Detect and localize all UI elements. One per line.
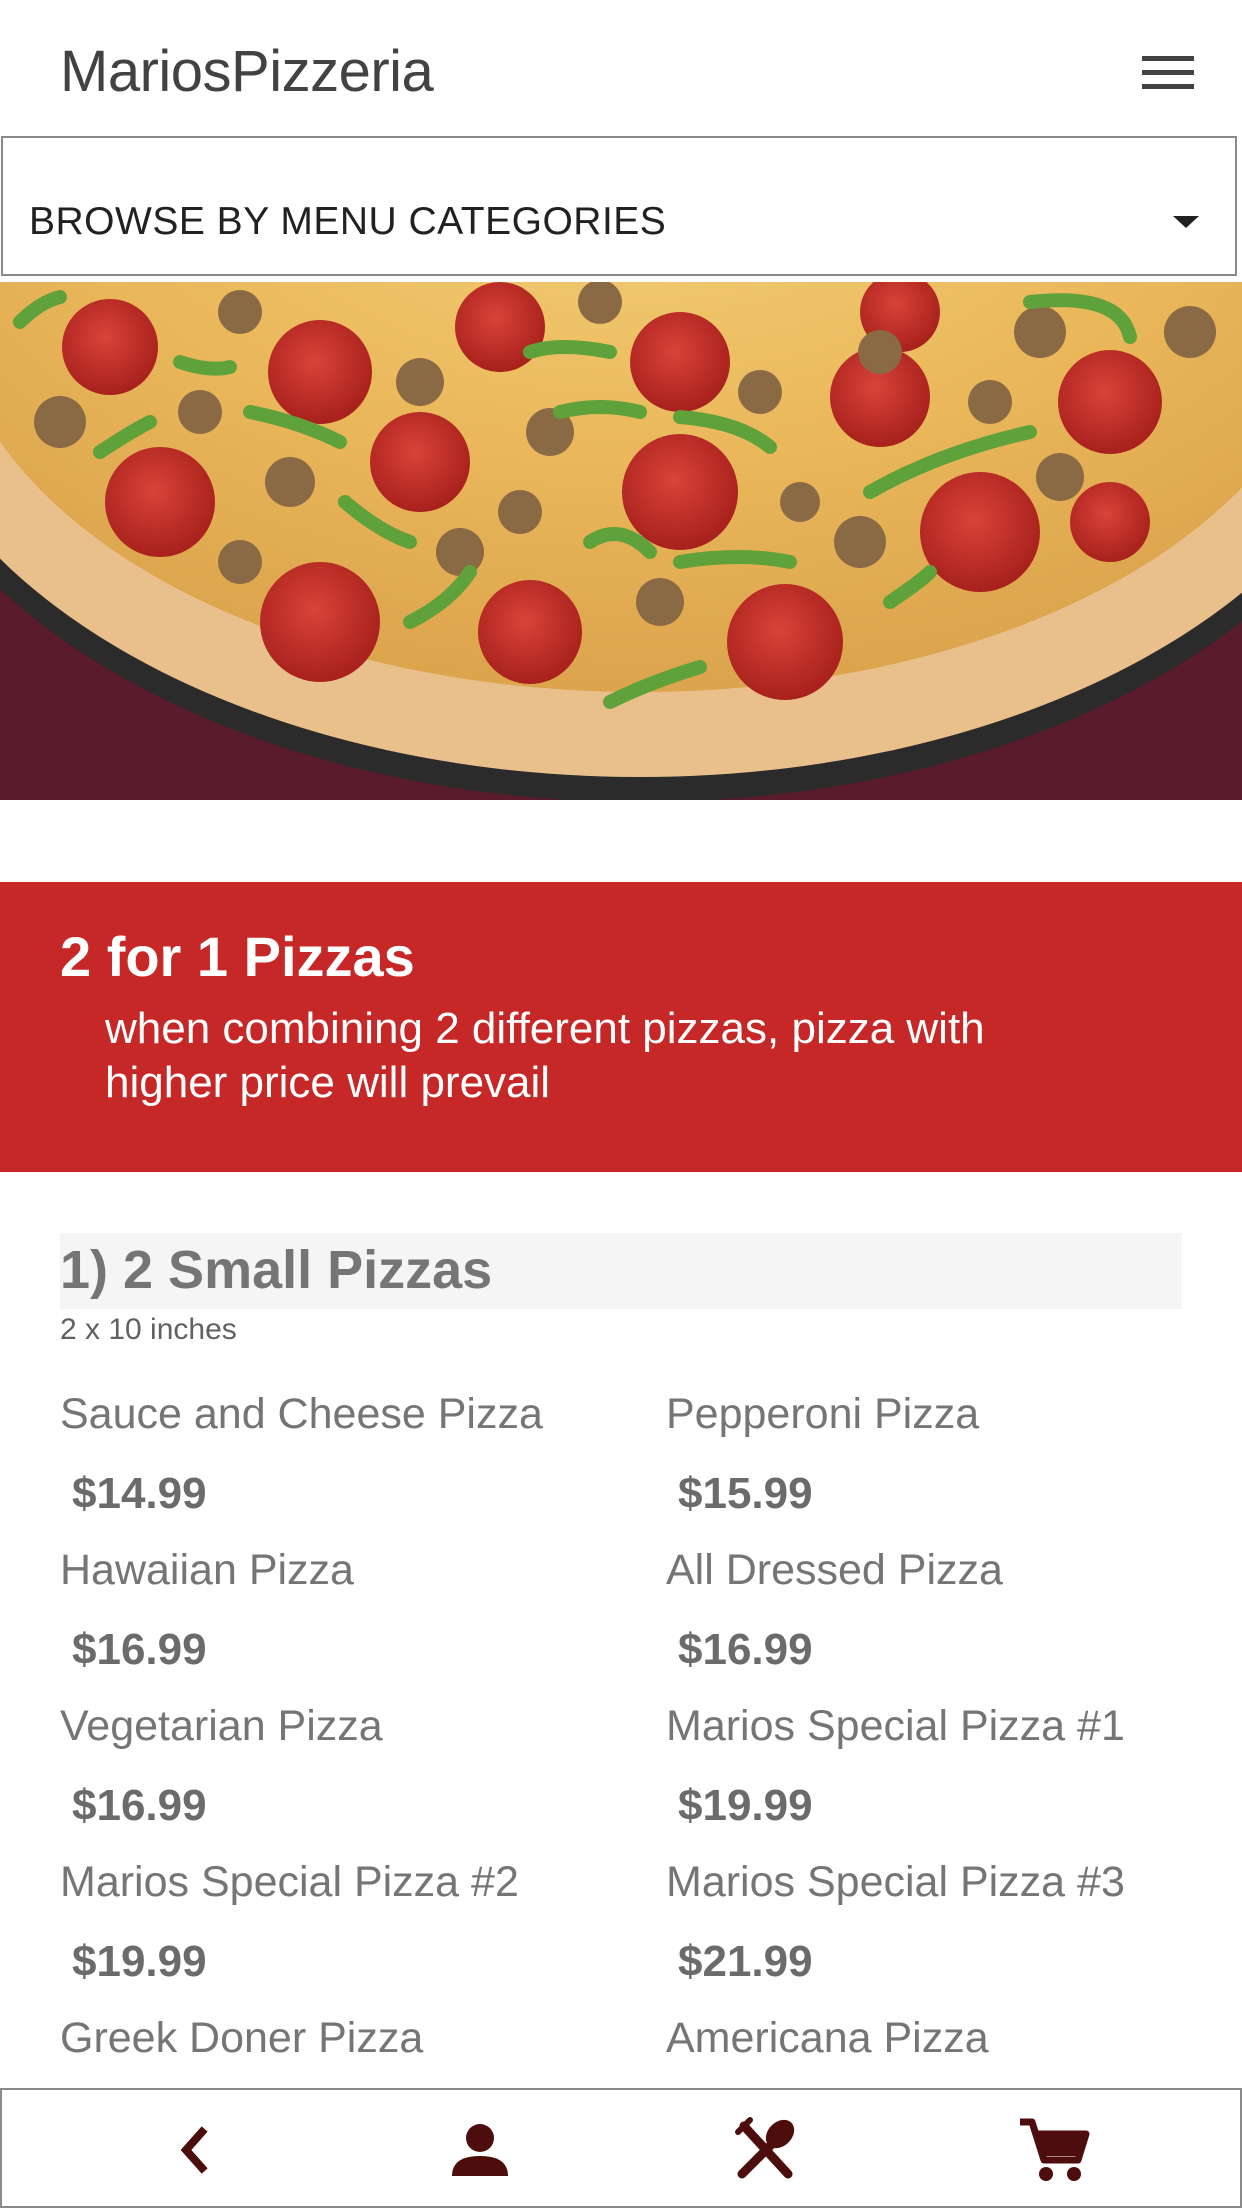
menu-item-price: $21.99 — [678, 1937, 813, 1986]
menu-item-name: Hawaiian Pizza — [60, 1546, 354, 1594]
menu-button[interactable] — [1130, 48, 1202, 98]
menu-item-name: All Dressed Pizza — [666, 1546, 1003, 1594]
back-button[interactable] — [154, 2110, 234, 2190]
menu-item-price: $16.99 — [72, 1781, 207, 1830]
cart-button[interactable] — [1014, 2110, 1094, 2190]
menu-item-name: Americana Pizza — [666, 2014, 989, 2062]
menu-item-price: $19.99 — [72, 1937, 207, 1986]
menu-item[interactable]: Marios Special Pizza #1 $19.99 — [666, 1702, 1125, 1831]
menu-item-price: $14.99 — [72, 1469, 207, 1518]
app-title: MariosPizzeria — [60, 39, 434, 104]
menu-item[interactable]: All Dressed Pizza $16.99 — [666, 1546, 1003, 1675]
menu-item-name: Greek Doner Pizza — [60, 2014, 424, 2062]
back-chevron-icon — [180, 2126, 208, 2174]
pizza-illustration — [0, 282, 1242, 800]
person-icon — [452, 2124, 508, 2176]
menu-item[interactable]: Marios Special Pizza #2 $19.99 — [60, 1858, 519, 1987]
menu-item[interactable]: Vegetarian Pizza $16.99 — [60, 1702, 383, 1831]
promo-description: when combining 2 different pizzas, pizza… — [105, 1004, 985, 1107]
menu-item-name: Pepperoni Pizza — [666, 1390, 980, 1438]
menu-item[interactable]: Marios Special Pizza #3 $21.99 — [666, 1858, 1125, 1987]
menu-item-price: $15.99 — [678, 1469, 813, 1518]
top-app-bar: MariosPizzeria — [0, 0, 1242, 136]
bottom-navigation — [0, 2088, 1242, 2208]
cart-icon — [1020, 2118, 1090, 2181]
menu-item[interactable]: Greek Doner Pizza — [60, 2014, 423, 2063]
section-subtitle: 2 x 10 inches — [60, 1313, 237, 1346]
menu-item[interactable]: Sauce and Cheese Pizza $14.99 — [60, 1390, 543, 1519]
promo-banner: 2 for 1 Pizzas when combining 2 differen… — [0, 882, 1242, 1172]
category-dropdown-label: BROWSE BY MENU CATEGORIES — [29, 200, 667, 243]
menu-item-price: $16.99 — [72, 1625, 207, 1674]
hamburger-menu-icon — [1142, 56, 1194, 89]
menu-nav-button[interactable] — [726, 2110, 806, 2190]
category-dropdown[interactable]: BROWSE BY MENU CATEGORIES — [1, 136, 1237, 276]
menu-item-name: Marios Special Pizza #3 — [666, 1858, 1125, 1906]
account-button[interactable] — [440, 2110, 520, 2190]
menu-item-name: Marios Special Pizza #1 — [666, 1702, 1125, 1750]
caret-down-icon — [1173, 216, 1199, 228]
utensils-icon — [735, 2117, 795, 2179]
menu-item[interactable]: Hawaiian Pizza $16.99 — [60, 1546, 354, 1675]
menu-item-name: Vegetarian Pizza — [60, 1702, 383, 1750]
menu-item[interactable]: Pepperoni Pizza $15.99 — [666, 1390, 979, 1519]
section-header: 1) 2 Small Pizzas — [60, 1233, 1182, 1309]
menu-item[interactable]: Americana Pizza — [666, 2014, 989, 2063]
section-title: 1) 2 Small Pizzas — [60, 1240, 493, 1300]
menu-item-price: $16.99 — [678, 1625, 813, 1674]
menu-item-name: Sauce and Cheese Pizza — [60, 1390, 543, 1438]
menu-item-price: $19.99 — [678, 1781, 813, 1830]
hero-pizza-image — [0, 282, 1242, 800]
menu-item-name: Marios Special Pizza #2 — [60, 1858, 519, 1906]
promo-title: 2 for 1 Pizzas — [60, 925, 415, 988]
